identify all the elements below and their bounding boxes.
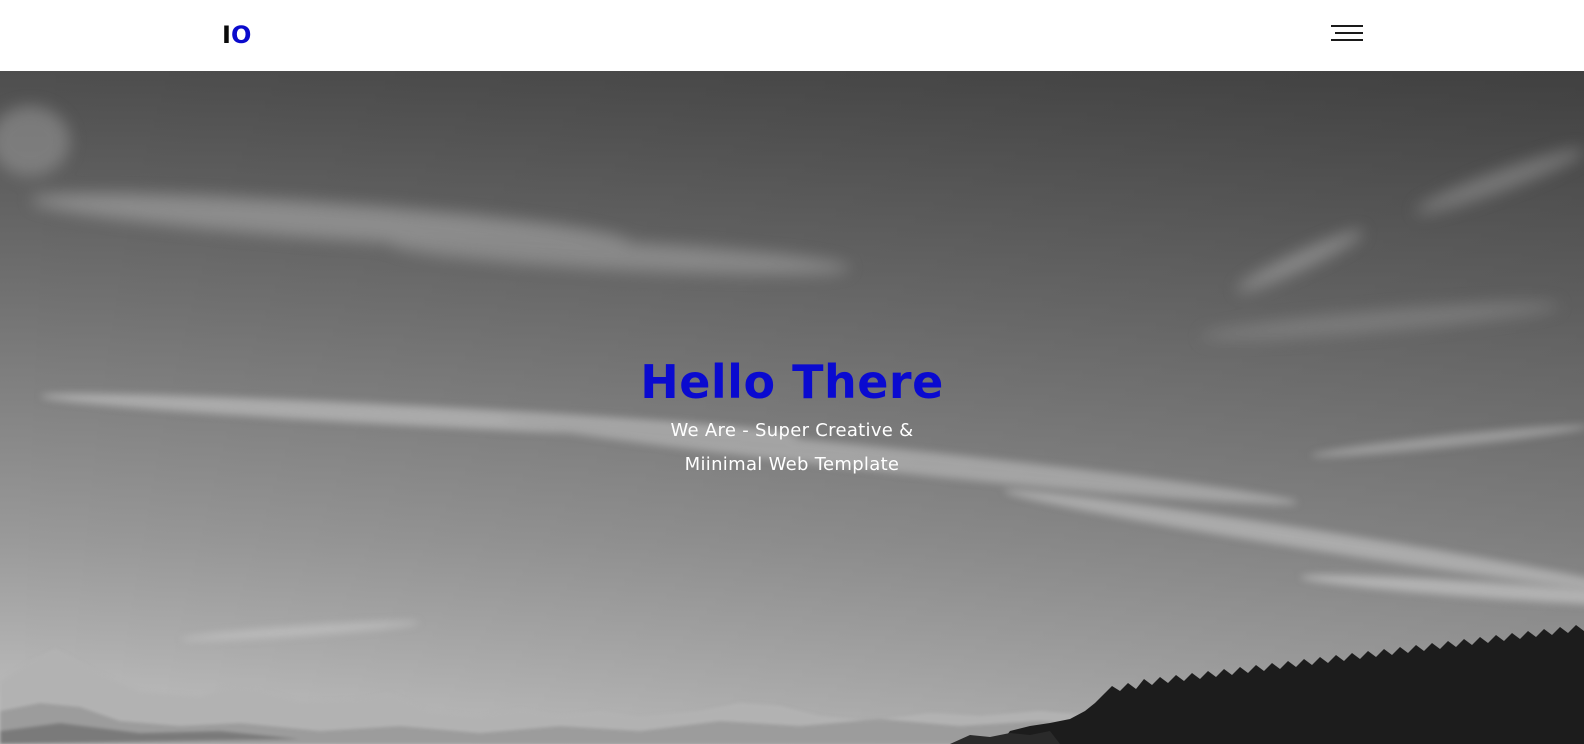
logo-letter-o: O [230,21,252,49]
hero-title: Hello There [640,355,944,409]
hero-section: Hello There We Are - Super Creative & Mi… [0,71,1584,744]
hero-subtitle-line-2: Miinimal Web Template [684,454,900,475]
menu-line-bottom [1331,39,1363,41]
menu-line-top [1331,25,1363,27]
site-logo[interactable]: IO [222,19,251,51]
logo-letter-i: I [222,21,231,49]
hero-subtitle-line-1: We Are - Super Creative & [670,420,914,441]
hero-text-block: Hello There We Are - Super Creative & Mi… [0,354,1584,482]
site-header: IO [0,0,1584,71]
menu-line-middle [1335,32,1363,34]
hero-subtitle: We Are - Super Creative & Miinimal Web T… [0,414,1584,482]
hamburger-menu-icon[interactable] [1331,22,1363,44]
